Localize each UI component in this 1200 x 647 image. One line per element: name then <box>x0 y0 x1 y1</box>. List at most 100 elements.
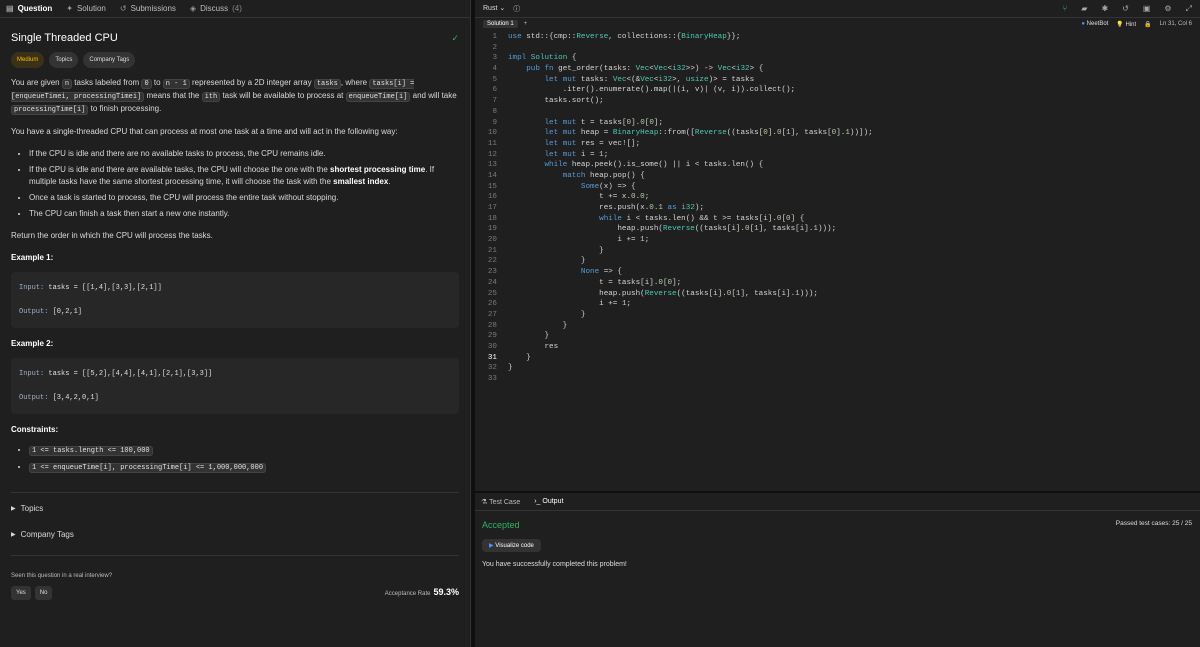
line-number: 15 <box>487 182 497 191</box>
neetbot-button[interactable]: ● NeetBot <box>1081 21 1108 27</box>
code-line[interactable]: 15 Some(x) => { <box>475 182 1200 193</box>
code-line[interactable]: 32} <box>475 363 1200 374</box>
layout-icon[interactable]: ▣ <box>1143 4 1151 14</box>
line-number: 23 <box>487 268 497 277</box>
code-text: .iter().enumerate().map(|(i, v)| (v, i))… <box>508 86 796 95</box>
line-number: 26 <box>487 300 497 309</box>
visualize-code-button[interactable]: ▶ Visualize code <box>482 539 541 552</box>
branch-icon[interactable]: ⑂ <box>1062 4 1067 14</box>
tab-label: Solution <box>76 4 106 13</box>
code-line[interactable]: 11 let mut res = vec![]; <box>475 139 1200 150</box>
code-line[interactable]: 5 let mut tasks: Vec<(&Vec<i32>, usize)>… <box>475 75 1200 86</box>
code-line[interactable]: 25 heap.push(Reverse((tasks[i].0[1], tas… <box>475 289 1200 300</box>
notes-icon[interactable]: ▰ <box>1081 4 1087 14</box>
code-text: heap.push(Reverse((tasks[i].0[1], tasks[… <box>508 289 818 298</box>
yes-button[interactable]: Yes <box>11 586 31 600</box>
code-line[interactable]: 1 use std::{cmp::Reverse, collections::{B… <box>475 32 1200 43</box>
code-text: impl Solution { <box>508 54 577 63</box>
list-item: If the CPU is idle and there are availab… <box>29 164 459 188</box>
code-line[interactable]: 3 impl Solution { <box>475 53 1200 64</box>
example-2-box: Input: tasks = [[5,2],[4,4],[4,1],[2,1],… <box>11 358 459 414</box>
line-number: 27 <box>487 310 497 319</box>
code-line[interactable]: 20 i += 1; <box>475 235 1200 246</box>
code-line[interactable]: 27 } <box>475 310 1200 321</box>
code-line[interactable]: 33 <box>475 374 1200 385</box>
language-select[interactable]: Rust ⌄ <box>483 4 505 14</box>
code-line[interactable]: 23 None => { <box>475 267 1200 278</box>
code-line[interactable]: 9 let mut t = tasks[0].0[0]; <box>475 118 1200 129</box>
tab-solution-1[interactable]: Solution 1 <box>483 20 518 28</box>
tab-discuss[interactable]: ◈ Discuss (4) <box>190 4 242 13</box>
code-text: use std::{cmp::Reverse, collections::{Bi… <box>508 33 741 41</box>
discuss-count: (4) <box>232 4 242 13</box>
code-line[interactable]: 22 } <box>475 256 1200 267</box>
topics-toggle[interactable]: ▶ Topics <box>11 503 459 515</box>
code-text: Some(x) => { <box>580 182 636 191</box>
tab-output[interactable]: ›_ Output <box>534 498 563 505</box>
solved-check-icon: ✓ <box>451 33 459 43</box>
code-line[interactable]: 12 let mut i = 1; <box>475 150 1200 161</box>
add-tab-button[interactable]: + <box>524 21 528 27</box>
code-line[interactable]: 30 res <box>475 342 1200 353</box>
constraints-list: 1 <= tasks.length <= 100,000 1 <= enqueu… <box>11 444 459 474</box>
difficulty-badge[interactable]: Medium <box>11 52 45 68</box>
line-number: 24 <box>487 278 497 287</box>
line-number: 6 <box>492 86 497 95</box>
code-line[interactable]: 14 match heap.pop() { <box>475 171 1200 182</box>
line-number: 22 <box>487 257 497 266</box>
info-icon[interactable]: ⓘ <box>513 4 520 14</box>
code-text: while i < tasks.len() && t >= tasks[i].0… <box>599 214 805 223</box>
no-button[interactable]: No <box>34 586 53 600</box>
result-panel: ⚗ Test Case ›_ Output Accepted Passed tes… <box>475 493 1200 647</box>
code-line[interactable]: 31 } <box>475 353 1200 364</box>
code-line[interactable]: 28 } <box>475 321 1200 332</box>
hint-button[interactable]: 💡 Hint <box>1116 21 1136 28</box>
tab-label: Question <box>17 4 53 13</box>
code-line[interactable]: 6 .iter().enumerate().map(|(i, v)| (v, i… <box>475 85 1200 96</box>
tab-solution[interactable]: ✦ Solution <box>66 4 106 13</box>
line-number: 9 <box>492 118 497 127</box>
topics-pill[interactable]: Topics <box>49 52 79 68</box>
code-line[interactable]: 7 tasks.sort(); <box>475 96 1200 107</box>
code-text: } <box>508 257 586 266</box>
tab-test-case[interactable]: ⚗ Test Case <box>481 498 520 506</box>
code-line[interactable]: 21 } <box>475 246 1200 257</box>
example-1-heading: Example 1: <box>11 253 54 262</box>
code-line[interactable]: 18 while i < tasks.len() && t >= tasks[i… <box>475 214 1200 225</box>
line-number: 10 <box>487 129 497 138</box>
code-line[interactable]: 24 t = tasks[i].0[0]; <box>475 278 1200 289</box>
list-item: Once a task is started to process, the C… <box>29 192 459 204</box>
chat-icon: ◈ <box>189 4 197 13</box>
code-line[interactable]: 26 i += 1; <box>475 299 1200 310</box>
list-item: 1 <= tasks.length <= 100,000 <box>29 444 459 457</box>
code-text: let mut res = vec![]; <box>544 139 641 148</box>
debug-icon[interactable]: ✱ <box>1101 4 1108 14</box>
reset-icon[interactable]: ↺ <box>1122 4 1129 14</box>
code-line[interactable]: 29 } <box>475 331 1200 342</box>
code-text: tasks.sort(); <box>508 97 604 106</box>
question-tabs: ▤ Question ✦ Solution ↺ Submissions ◈ Discus… <box>0 0 470 18</box>
code-text: let mut heap = BinaryHeap::from([Reverse… <box>544 129 873 138</box>
tab-question[interactable]: ▤ Question <box>6 4 52 13</box>
lock-icon[interactable]: 🔒 <box>1144 21 1151 28</box>
code-line[interactable]: 4 pub fn get_order(tasks: Vec<Vec<i32>>)… <box>475 64 1200 75</box>
fullscreen-icon[interactable]: ⤢ <box>1186 4 1192 14</box>
company-tags-toggle[interactable]: ▶ Company Tags <box>11 529 459 541</box>
list-item: 1 <= enqueueTime[i], processingTime[i] <… <box>29 461 459 474</box>
code-line[interactable]: 19 heap.push(Reverse((tasks[i].0[1], tas… <box>475 224 1200 235</box>
code-line[interactable]: 10 let mut heap = BinaryHeap::from([Reve… <box>475 128 1200 139</box>
line-number: 33 <box>487 375 497 383</box>
lightbulb-icon: ✦ <box>66 4 73 13</box>
tab-submissions[interactable]: ↺ Submissions <box>120 4 176 13</box>
settings-icon[interactable]: ⚙ <box>1164 4 1171 14</box>
code-line[interactable]: 16 t += x.0.0; <box>475 192 1200 203</box>
code-line[interactable]: 8 <box>475 107 1200 118</box>
code-line[interactable]: 2 <box>475 43 1200 54</box>
code-line[interactable]: 17 res.push(x.0.1 as i32); <box>475 203 1200 214</box>
code-editor[interactable]: 1 use std::{cmp::Reverse, collections::{B… <box>475 32 1200 490</box>
line-number: 8 <box>492 107 497 116</box>
company-tags-pill[interactable]: Company Tags <box>83 52 136 68</box>
code-text: res.push(x.0.1 as i32); <box>508 204 705 212</box>
code-line[interactable]: 13 while heap.peek().is_some() || i < ta… <box>475 160 1200 171</box>
